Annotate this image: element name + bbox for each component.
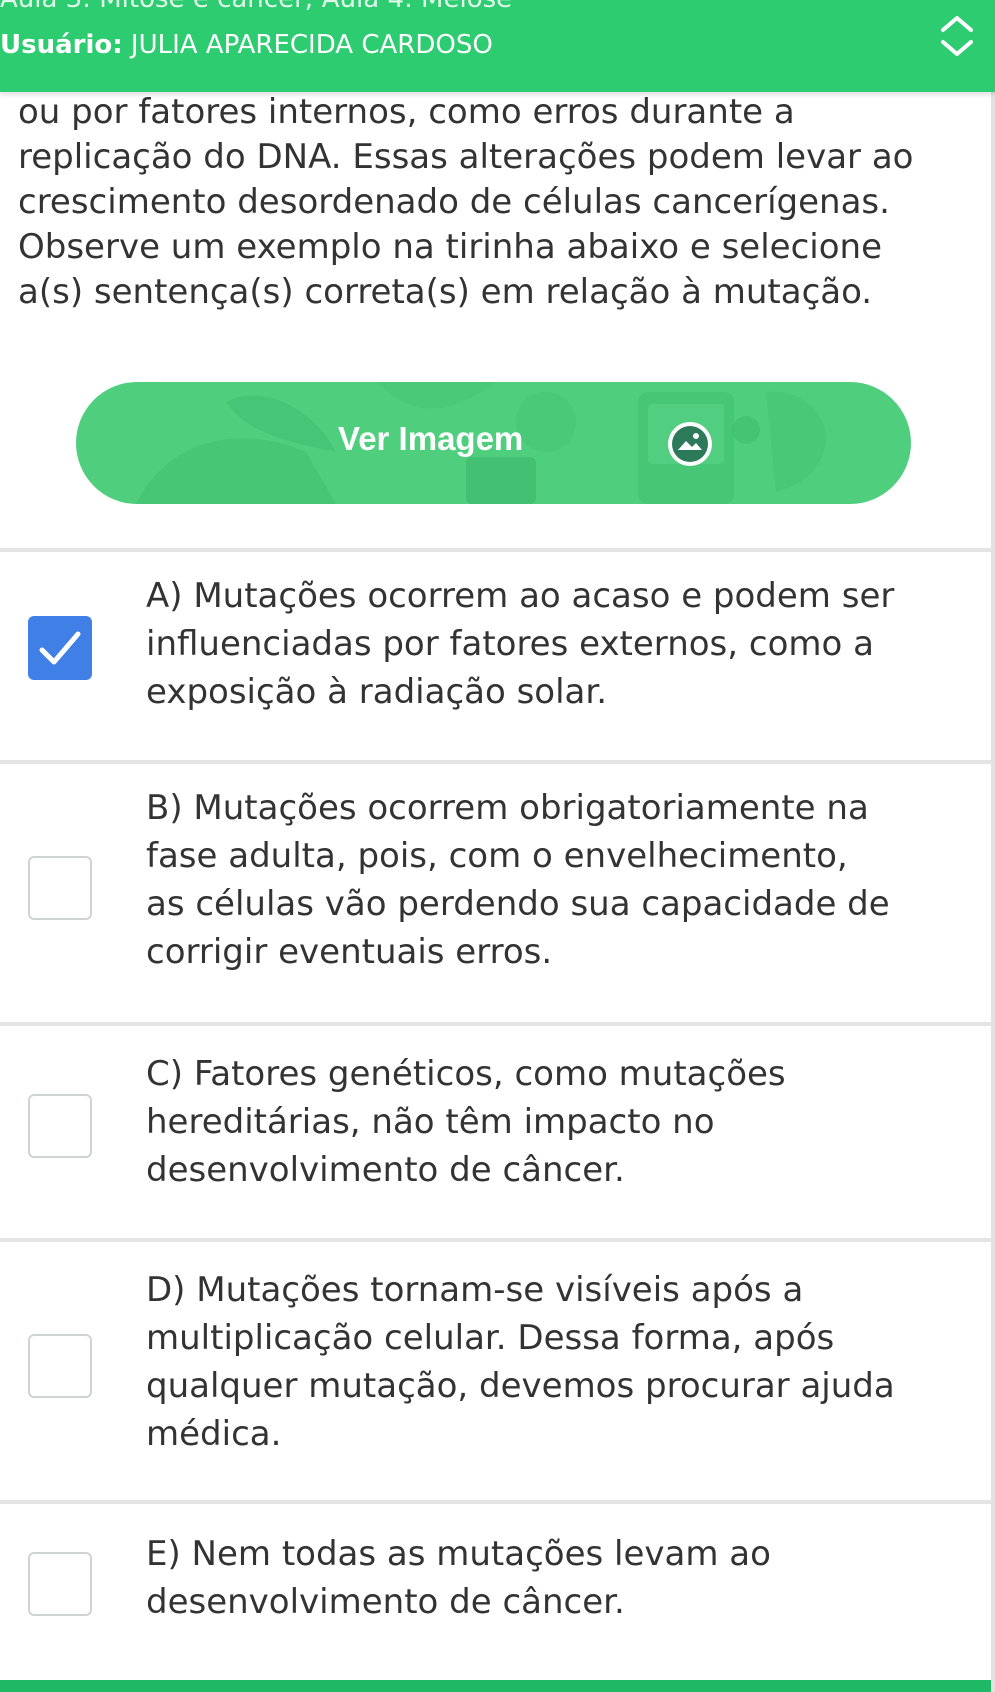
divider	[0, 760, 995, 764]
option-line: corrigir eventuais erros.	[146, 932, 553, 972]
option-text: B) Mutações ocorrem obrigatoriamente na …	[146, 784, 946, 976]
checkbox-checked[interactable]	[28, 616, 92, 680]
option-line: fase adulta, pois, com o envelhecimento,	[146, 836, 848, 876]
option-line: A) Mutações ocorrem ao acaso e podem ser	[146, 576, 895, 616]
divider	[0, 1238, 995, 1242]
statement-line: a(s) sentença(s) correta(s) em relação à…	[18, 272, 873, 312]
option-line: influenciadas por fatores externos, como…	[146, 624, 874, 664]
checkbox[interactable]	[28, 1094, 92, 1158]
scroll-edge	[991, 0, 995, 1692]
chevron-up-down-icon[interactable]	[937, 12, 977, 60]
statement-line: Observe um exemplo na tirinha abaixo e s…	[18, 227, 882, 267]
option-line: E) Nem todas as mutações levam ao	[146, 1534, 771, 1574]
breadcrumb: Aula 3: Mitose e câncer; Aula 4: Meiose	[0, 0, 512, 14]
user-name: JULIA APARECIDA CARDOSO	[130, 30, 493, 60]
view-image-label: Ver Imagem	[338, 420, 524, 457]
user-info: Usuário: JULIA APARECIDA CARDOSO	[0, 30, 493, 60]
question-statement: ou por fatores internos, como erros dura…	[18, 90, 978, 315]
option-line: hereditárias, não têm impacto no	[146, 1102, 715, 1142]
option-b[interactable]: B) Mutações ocorrem obrigatoriamente na …	[0, 784, 991, 1024]
checkbox[interactable]	[28, 1552, 92, 1616]
option-e[interactable]: E) Nem todas as mutações levam ao desenv…	[0, 1530, 991, 1660]
option-line: desenvolvimento de câncer.	[146, 1582, 625, 1622]
option-text: D) Mutações tornam-se visíveis após a mu…	[146, 1266, 946, 1458]
checkbox[interactable]	[28, 1334, 92, 1398]
divider	[0, 1022, 995, 1026]
checkbox[interactable]	[28, 856, 92, 920]
option-d[interactable]: D) Mutações tornam-se visíveis após a mu…	[0, 1266, 991, 1504]
statement-line: crescimento desordenado de células cance…	[18, 182, 890, 222]
statement-line: ou por fatores internos, como erros dura…	[18, 92, 795, 132]
option-line: D) Mutações tornam-se visíveis após a	[146, 1270, 804, 1310]
option-text: C) Fatores genéticos, como mutações here…	[146, 1050, 946, 1194]
image-icon	[666, 420, 714, 468]
quiz-page: ou por fatores internos, como erros dura…	[0, 0, 995, 1692]
option-line: exposição à radiação solar.	[146, 672, 608, 712]
option-a[interactable]: A) Mutações ocorrem ao acaso e podem ser…	[0, 572, 991, 760]
option-line: as células vão perdendo sua capacidade d…	[146, 884, 890, 924]
option-c[interactable]: C) Fatores genéticos, como mutações here…	[0, 1050, 991, 1236]
app-header: Aula 3: Mitose e câncer; Aula 4: Meiose …	[0, 0, 995, 92]
divider	[0, 548, 995, 552]
user-label: Usuário:	[0, 30, 123, 60]
divider	[0, 1500, 995, 1504]
option-line: B) Mutações ocorrem obrigatoriamente na	[146, 788, 869, 828]
option-text: A) Mutações ocorrem ao acaso e podem ser…	[146, 572, 946, 716]
checkmark-icon	[39, 631, 81, 665]
option-line: desenvolvimento de câncer.	[146, 1150, 625, 1190]
option-line: médica.	[146, 1414, 282, 1454]
option-text: E) Nem todas as mutações levam ao desenv…	[146, 1530, 946, 1626]
view-image-button[interactable]: Ver Imagem	[76, 382, 911, 504]
option-line: C) Fatores genéticos, como mutações	[146, 1054, 786, 1094]
option-line: qualquer mutação, devemos procurar ajuda	[146, 1366, 895, 1406]
statement-line: replicação do DNA. Essas alterações pode…	[18, 137, 914, 177]
bottom-bar	[0, 1680, 995, 1692]
option-line: multiplicação celular. Dessa forma, após	[146, 1318, 835, 1358]
